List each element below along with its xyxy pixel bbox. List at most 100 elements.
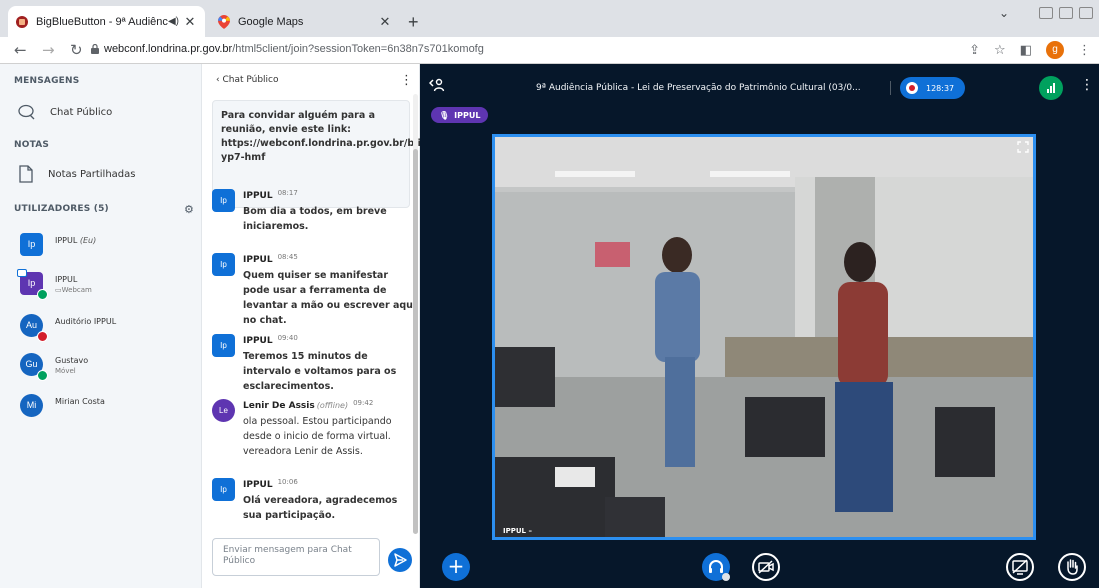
close-tab-icon[interactable]: ✕	[183, 14, 197, 30]
user-item[interactable]: Ip IPPUL (Eu)	[20, 233, 96, 256]
sidebar-item-shared-notes[interactable]: Notas Partilhadas	[18, 165, 136, 183]
minimize-window-button[interactable]	[1039, 7, 1053, 19]
close-window-button[interactable]	[1079, 7, 1093, 19]
talking-indicator: 🎙 IPPUL	[431, 107, 489, 123]
message-timestamp: 10:06	[277, 478, 298, 486]
message-author-status: (offline)	[316, 401, 349, 410]
avatar: Ip	[20, 233, 43, 256]
webcam-scene	[495, 137, 1033, 537]
user-item[interactable]: Mi Mirian Costa	[20, 394, 105, 417]
audio-playing-icon[interactable]: ◀)	[168, 16, 179, 27]
user-item[interactable]: Au Auditório IPPUL	[20, 314, 116, 342]
recording-indicator[interactable]: 128:37	[900, 77, 965, 99]
user-name-text: Mirian Costa	[55, 397, 105, 406]
close-tab-icon[interactable]: ✕	[378, 14, 392, 30]
user-item[interactable]: Gu Gustavo Móvel	[20, 353, 88, 381]
message-text: ola pessoal. Estou participando desde o …	[243, 416, 392, 457]
presenter-icon	[17, 269, 27, 277]
recording-time: 128:37	[926, 83, 955, 93]
share-icon[interactable]: ⇪	[969, 43, 980, 58]
sidebar-item-chat-public[interactable]: Chat Público	[18, 104, 112, 120]
options-kebab-icon[interactable]: ⋮	[1080, 77, 1094, 93]
message-author: IPPUL 10:06	[243, 478, 298, 490]
star-icon[interactable]: ☆	[994, 43, 1006, 58]
sidebar-item-label: Chat Público	[50, 106, 113, 118]
new-tab-button[interactable]: +	[408, 12, 419, 33]
message-avatar: Le	[212, 399, 235, 422]
user-name-text: IPPUL	[55, 275, 78, 284]
restore-window-button[interactable]	[1059, 7, 1073, 19]
message-author: IPPUL 09:40	[243, 334, 298, 346]
connection-status-button[interactable]	[1039, 76, 1063, 100]
message-text: Teremos 15 minutos de intervalo e voltam…	[243, 351, 397, 392]
avatar: Au	[20, 314, 48, 342]
tab-bigbluebutton[interactable]: BigBlueButton - 9ª Audiência ◀) ✕	[8, 6, 205, 37]
chat-scrollbar-thumb[interactable]	[413, 149, 418, 534]
meeting-title: 9ª Audiência Pública - Lei de Preservaçã…	[536, 83, 861, 93]
user-name-text: IPPUL	[55, 236, 78, 245]
user-name-text: Gustavo	[55, 356, 89, 365]
send-message-button[interactable]	[388, 548, 412, 572]
video-camera-off-icon	[758, 560, 774, 574]
back-icon[interactable]: ←	[14, 41, 27, 59]
message-text: Bom dia a todos, em breve iniciaremos.	[243, 206, 387, 232]
sidebar-item-label: Notas Partilhadas	[48, 168, 136, 180]
raise-hand-button[interactable]	[1058, 553, 1086, 581]
reload-icon[interactable]: ↻	[70, 41, 83, 59]
avatar-initials: Au	[25, 320, 37, 330]
message-avatar: Ip	[212, 189, 235, 212]
address-bar: ← → ↻ webconf.londrina.pr.gov.br/html5cl…	[0, 37, 1099, 64]
actions-plus-button[interactable]: +	[442, 553, 470, 581]
message-text: Quem quiser se manifestar pode usar a fe…	[243, 270, 417, 326]
google-maps-favicon-icon	[218, 14, 230, 29]
message-author: Lenir De Assis (offline) 09:42	[243, 399, 373, 411]
chat-message-input[interactable]: Enviar mensagem para Chat Público	[212, 538, 380, 576]
message-avatar: Ip	[212, 253, 235, 276]
message-timestamp: 08:45	[277, 253, 298, 261]
send-icon	[394, 553, 407, 567]
chat-header-back-button[interactable]: ‹ Chat Público	[216, 75, 279, 85]
message-author-name: IPPUL	[243, 255, 273, 265]
fullscreen-icon[interactable]	[1017, 141, 1029, 153]
chat-panel: ‹ Chat Público ⋮ Para convidar alguém pa…	[202, 64, 437, 588]
tab-search-chevron-icon[interactable]: ⌄	[999, 6, 1009, 20]
gear-icon[interactable]: ⚙	[184, 203, 194, 216]
screen-share-button[interactable]	[1006, 553, 1034, 581]
user-status: ▭Webcam	[55, 286, 92, 294]
bigbluebutton-favicon-icon	[16, 15, 28, 28]
tab-google-maps[interactable]: Google Maps ✕	[210, 6, 400, 37]
user-item[interactable]: Ip IPPUL ▭Webcam	[17, 269, 92, 300]
browser-tab-bar: BigBlueButton - 9ª Audiência ◀) ✕ Google…	[0, 0, 1099, 37]
message-avatar: Ip	[212, 478, 235, 501]
window-controls: ⌄	[999, 6, 1093, 20]
sidepanel-icon[interactable]: ◧	[1020, 43, 1032, 58]
kebab-icon[interactable]: ⋮	[1078, 43, 1091, 58]
audio-button[interactable]	[702, 553, 730, 581]
microphone-muted-icon	[37, 331, 48, 342]
forward-icon[interactable]: →	[42, 41, 55, 59]
lock-icon[interactable]	[91, 44, 99, 54]
url-field[interactable]: webconf.londrina.pr.gov.br/html5client/j…	[104, 43, 484, 55]
message-timestamp: 09:40	[277, 334, 298, 342]
user-name: IPPUL ▭Webcam	[55, 275, 92, 295]
microphone-icon: 🎙	[439, 110, 450, 120]
message-avatar: Ip	[212, 334, 235, 357]
message-author-name: IPPUL	[243, 480, 273, 490]
user-name: Gustavo Móvel	[55, 356, 88, 376]
notes-section-title: NOTAS	[14, 140, 50, 150]
chat-options-kebab-icon[interactable]: ⋮	[400, 73, 413, 88]
toggle-user-list-icon[interactable]	[429, 78, 445, 92]
message-author: IPPUL 08:45	[243, 253, 298, 265]
profile-avatar[interactable]: g	[1046, 41, 1064, 59]
chat-scrollbar[interactable]	[413, 94, 418, 534]
title-separator	[890, 81, 891, 95]
avatar: Gu	[20, 353, 48, 381]
webcam-toggle-button[interactable]	[752, 553, 780, 581]
chat-welcome-message: Para convidar alguém para a reunião, env…	[212, 100, 437, 208]
message-author-name: Lenir De Assis	[243, 401, 315, 411]
avatar-initials: Ip	[27, 278, 36, 288]
avatar-initials: Gu	[25, 359, 38, 369]
webcam-video[interactable]: IPPUL –	[492, 134, 1036, 540]
address-bar-actions: ⇪ ☆ ◧ g ⋮	[969, 41, 1091, 59]
avatar: Ip	[17, 269, 48, 300]
